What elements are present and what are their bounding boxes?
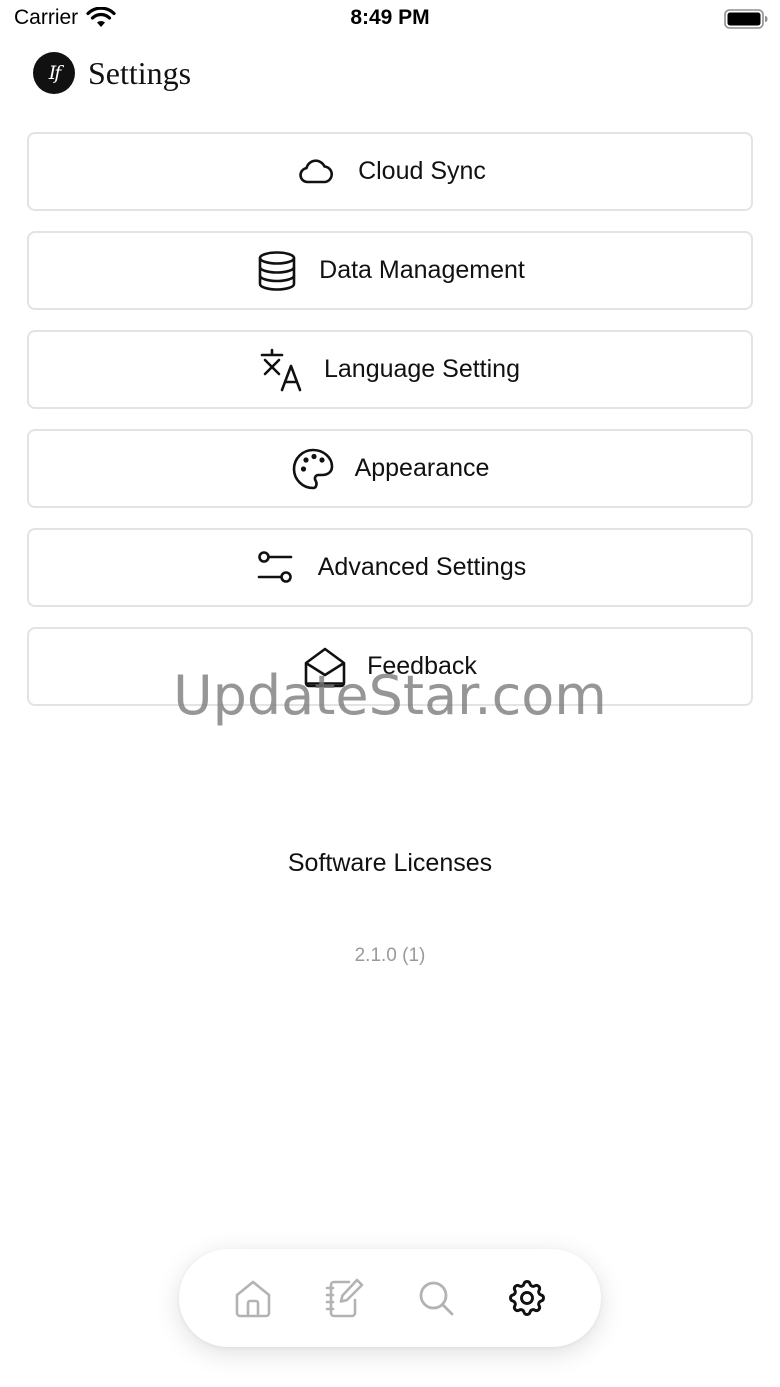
- search-icon: [419, 1281, 454, 1316]
- menu-item-language-setting[interactable]: Language Setting: [27, 330, 753, 409]
- notebook-edit-icon: [325, 1278, 364, 1318]
- tab-bar: [179, 1249, 601, 1347]
- app-version: 2.1.0 (1): [354, 945, 426, 966]
- menu-item-appearance[interactable]: Appearance: [27, 429, 753, 508]
- gear-icon: [509, 1280, 546, 1316]
- menu-item-label: Data Management: [319, 256, 525, 284]
- menu-item-label: Appearance: [354, 454, 490, 482]
- menu-item-advanced-settings[interactable]: Advanced Settings: [27, 528, 753, 607]
- tab-notes[interactable]: [314, 1268, 374, 1328]
- battery-icon: [724, 9, 768, 29]
- menu-item-label: Cloud Sync: [358, 157, 486, 185]
- page-header: If Settings: [33, 51, 191, 95]
- settings-menu: Cloud Sync Data Management Language Sett: [27, 132, 753, 726]
- menu-item-feedback[interactable]: Feedback: [27, 627, 753, 706]
- app-logo: If: [33, 52, 75, 94]
- tab-settings[interactable]: [497, 1268, 557, 1328]
- tab-home[interactable]: [223, 1268, 283, 1328]
- software-licenses-link[interactable]: Software Licenses: [0, 849, 780, 878]
- menu-item-label: Advanced Settings: [317, 553, 527, 581]
- cloud-icon: [294, 150, 338, 194]
- status-time: 8:49 PM: [350, 6, 430, 29]
- menu-item-label: Language Setting: [323, 355, 520, 383]
- database-icon: [255, 249, 299, 293]
- sliders-icon: [254, 546, 298, 590]
- app-logo-text: If: [48, 62, 61, 84]
- home-icon: [235, 1280, 270, 1318]
- palette-icon: [291, 447, 335, 491]
- translate-icon: [260, 348, 304, 392]
- status-bar: Carrier 8:49 PM: [0, 0, 780, 40]
- envelope-open-icon: [303, 645, 347, 689]
- menu-item-data-management[interactable]: Data Management: [27, 231, 753, 310]
- menu-item-cloud-sync[interactable]: Cloud Sync: [27, 132, 753, 211]
- menu-item-label: Feedback: [367, 652, 477, 680]
- tab-search[interactable]: [406, 1268, 466, 1328]
- page-title: Settings: [88, 54, 192, 91]
